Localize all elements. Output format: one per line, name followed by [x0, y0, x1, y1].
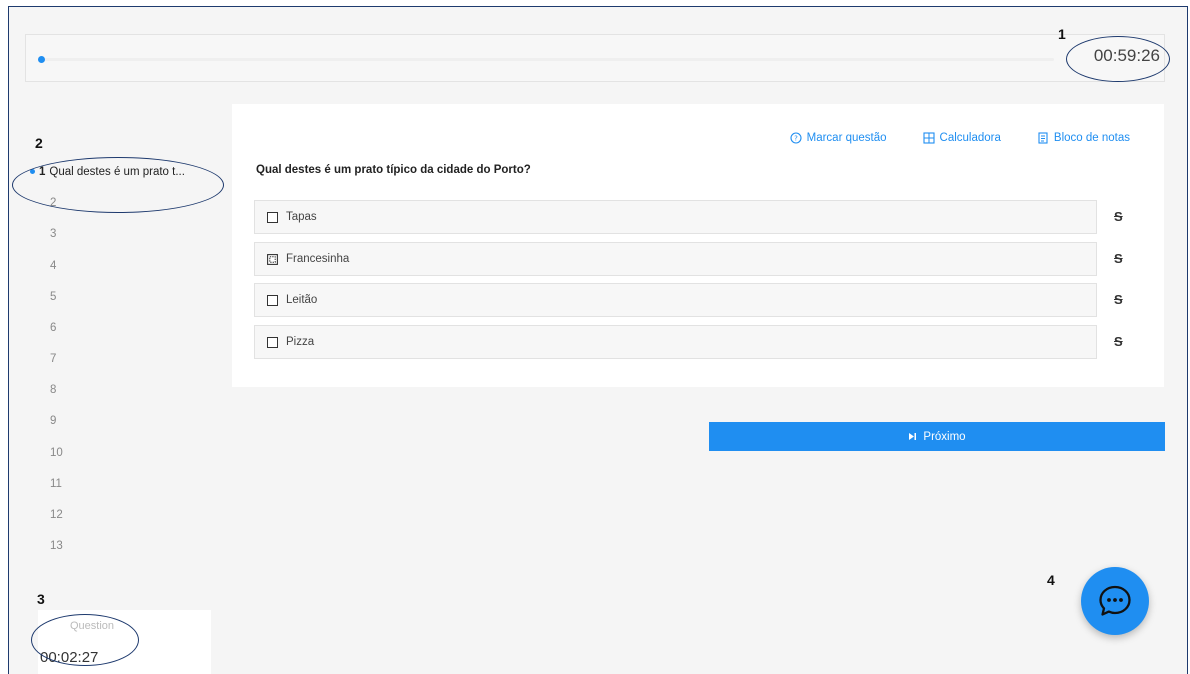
exam-timer: 00:59:26 — [1093, 46, 1160, 65]
chat-bubble-icon — [1099, 585, 1131, 616]
next-button[interactable]: Próximo — [709, 422, 1165, 451]
calculator-label: Calculadora — [939, 132, 1001, 144]
chat-button[interactable] — [1081, 567, 1149, 635]
mark-question-label: Marcar questão — [806, 132, 887, 144]
checkbox-partial-icon — [267, 253, 278, 265]
checkbox-icon — [267, 211, 278, 223]
question-list-item[interactable]: 9 — [50, 415, 56, 427]
annotation-label-4: 4 — [1047, 572, 1055, 588]
question-list-item[interactable]: 3 — [50, 228, 56, 240]
question-list-item[interactable]: 10 — [50, 447, 63, 459]
progress-track — [38, 56, 1054, 63]
question-list-item[interactable]: 7 — [50, 353, 56, 365]
answer-option[interactable]: Francesinha — [254, 242, 1097, 276]
answer-option-label: Leitão — [286, 294, 318, 306]
annotation-label-2: 2 — [35, 135, 43, 151]
notepad-icon — [1038, 132, 1048, 144]
question-list-item[interactable]: 1 Qual destes é um prato t... — [30, 166, 185, 178]
question-title: Qual destes é um prato típico da cidade … — [256, 164, 531, 176]
progress-fill — [38, 56, 45, 63]
checkbox-icon — [267, 336, 278, 348]
question-list-item[interactable]: 13 — [50, 540, 63, 552]
answer-option-label: Tapas — [286, 211, 317, 223]
question-number: 1 — [39, 166, 46, 178]
question-timer-box: Question 00:02:27 — [38, 610, 211, 674]
question-list-item[interactable]: 8 — [50, 384, 56, 396]
strikethrough-button[interactable]: S — [1114, 292, 1123, 307]
calculator-icon — [922, 132, 935, 144]
question-list-item[interactable]: 5 — [50, 291, 56, 303]
strikethrough-button[interactable]: S — [1114, 334, 1123, 349]
mark-question-button[interactable]: ? Marcar questão — [790, 132, 887, 144]
current-dot-icon — [30, 169, 35, 175]
question-list-item[interactable]: 12 — [50, 509, 63, 521]
question-card: ? Marcar questão Calculadora Bloco de no… — [232, 104, 1164, 387]
answer-option[interactable]: Tapas — [254, 200, 1097, 234]
next-button-label: Próximo — [923, 430, 966, 443]
svg-text:?: ? — [794, 135, 798, 143]
question-toolbar: ? Marcar questão Calculadora Bloco de no… — [790, 132, 1130, 144]
question-preview: Qual destes é um prato t... — [49, 166, 185, 178]
answer-option-label: Pizza — [286, 336, 315, 348]
notes-label: Bloco de notas — [1053, 132, 1130, 144]
annotation-label-1: 1 — [1058, 26, 1066, 42]
question-list-item[interactable]: 6 — [50, 322, 56, 334]
help-circle-icon: ? — [790, 132, 802, 144]
answer-option-label: Francesinha — [286, 253, 350, 265]
question-list-item[interactable]: 11 — [50, 478, 62, 490]
notes-button[interactable]: Bloco de notas — [1037, 132, 1130, 144]
answer-option[interactable]: Pizza — [254, 325, 1097, 359]
question-list-item[interactable]: 2 — [50, 197, 56, 209]
answer-option[interactable]: Leitão — [254, 283, 1097, 317]
calculator-button[interactable]: Calculadora — [922, 132, 1001, 144]
strikethrough-button[interactable]: S — [1114, 251, 1123, 266]
progress-panel: 00:59:26 — [25, 34, 1165, 82]
question-timer-value: 00:02:27 — [40, 649, 99, 666]
skip-next-icon — [909, 433, 917, 440]
annotation-label-3: 3 — [37, 591, 45, 607]
question-list-item[interactable]: 4 — [50, 260, 56, 272]
checkbox-icon — [267, 294, 278, 306]
strikethrough-button[interactable]: S — [1114, 209, 1123, 224]
question-timer-label: Question — [70, 620, 115, 632]
